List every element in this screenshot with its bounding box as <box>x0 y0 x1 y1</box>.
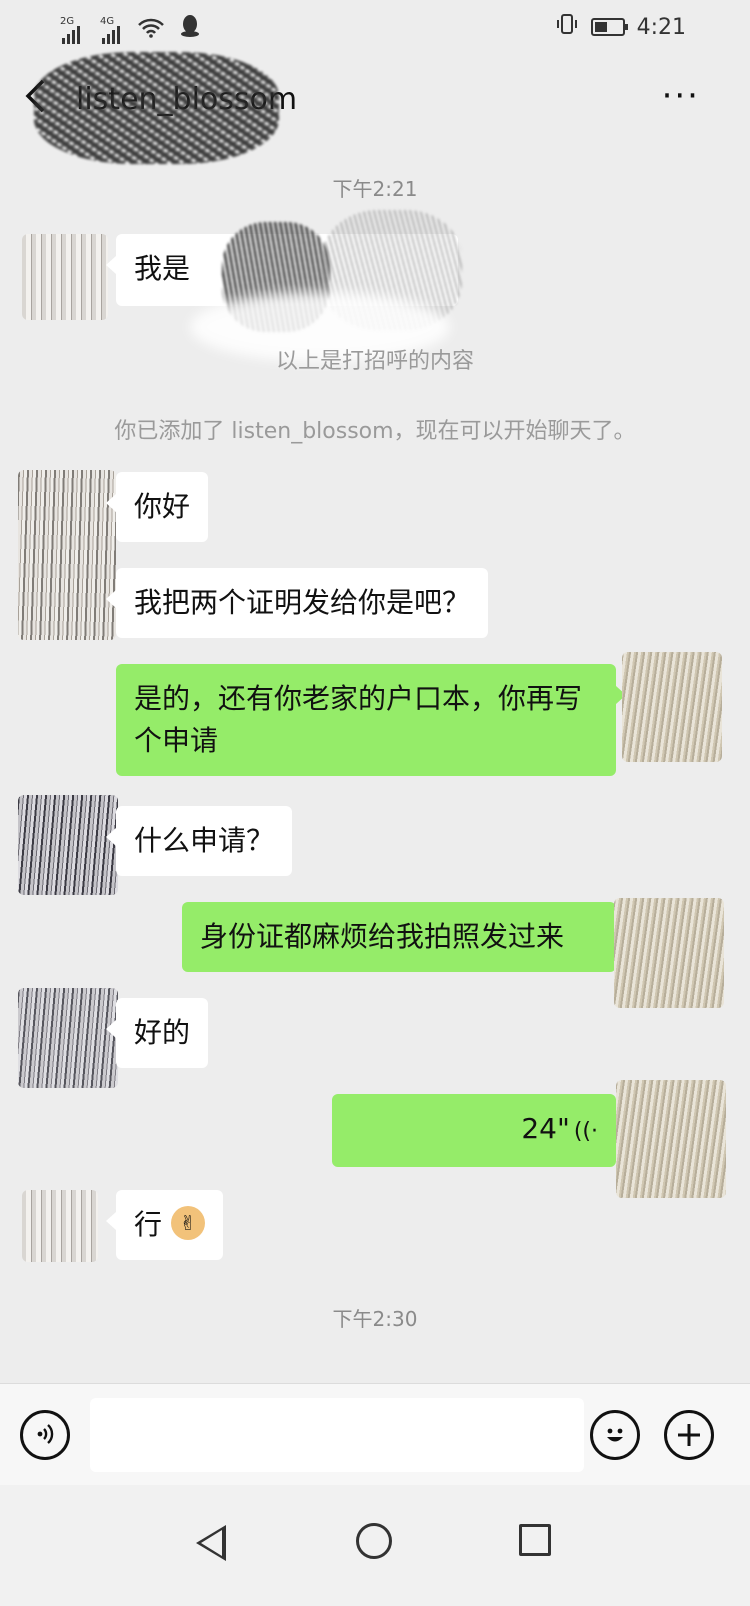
signal-2g-icon: 2G <box>60 16 80 44</box>
vibrate-icon <box>555 12 579 42</box>
avatar[interactable] <box>18 470 116 640</box>
message-text: 什么申请？ <box>134 824 275 857</box>
status-time: 4:21 <box>636 14 686 40</box>
message-bubble-incoming[interactable]: 你好 <box>105 472 209 542</box>
message-bubble-outgoing[interactable]: 身份证都麻烦给我拍照发过来 <box>182 902 626 972</box>
message-bubble-incoming[interactable]: 什么申请？ <box>105 806 293 876</box>
avatar[interactable] <box>22 1190 98 1262</box>
circle-home-icon[interactable] <box>356 1523 392 1559</box>
plus-button[interactable] <box>664 1410 714 1460</box>
more-options-button[interactable]: ··· <box>662 76 700 116</box>
qq-icon <box>180 14 200 44</box>
timestamp: 下午2:30 <box>332 1307 418 1331</box>
avatar[interactable] <box>616 1080 726 1198</box>
message-bubble-incoming[interactable]: 好的 <box>105 998 209 1068</box>
system-nav-bar <box>0 1485 750 1606</box>
message-bubble-incoming[interactable]: 行 ✌ <box>106 1190 223 1260</box>
message-text: 身份证都麻烦给我拍照发过来 <box>200 920 565 953</box>
emoji-button[interactable] <box>590 1410 640 1460</box>
voice-wave-icon: ((· <box>573 1119 598 1144</box>
message-bubble-outgoing[interactable]: 是的，还有你老家的户口本，你再写个申请 <box>116 664 626 776</box>
timestamp: 下午2:21 <box>332 177 418 201</box>
avatar[interactable] <box>622 652 722 762</box>
signal-4g-label: 4G <box>100 16 115 27</box>
voice-input-button[interactable] <box>20 1410 70 1460</box>
message-text: 我把两个证明发给你是吧？ <box>134 586 471 619</box>
message-text: 好的 <box>134 1016 191 1049</box>
message-text: 是的，还有你老家的户口本，你再写个申请 <box>134 682 583 757</box>
greeting-text: 我是 <box>134 252 191 285</box>
status-bar: 2G 4G 4:21 <box>0 0 750 58</box>
message-bubble-incoming[interactable]: 我把两个证明发给你是吧？ <box>105 568 489 638</box>
redaction-scribble <box>34 52 279 164</box>
square-recent-icon[interactable] <box>519 1524 551 1556</box>
signal-2g-label: 2G <box>60 16 75 27</box>
voice-message-bubble[interactable]: 24" ((· <box>332 1094 626 1167</box>
chat-header: listen_blossom ··· <box>0 52 750 164</box>
battery-icon <box>590 18 628 36</box>
message-input[interactable] <box>90 1398 584 1472</box>
avatar[interactable] <box>22 234 108 320</box>
message-text: 你好 <box>134 490 191 523</box>
input-bar <box>0 1383 750 1485</box>
voice-duration: 24" <box>521 1112 570 1145</box>
ok-hand-emoji-icon: ✌ <box>170 1206 205 1240</box>
avatar[interactable] <box>18 988 118 1088</box>
avatar[interactable] <box>614 898 724 1008</box>
added-notice: 你已添加了 listen_blossom，现在可以开始聊天了。 <box>114 419 636 444</box>
wifi-icon <box>138 18 164 44</box>
message-text: 行 <box>134 1208 163 1241</box>
greeting-note: 以上是打招呼的内容 <box>275 349 474 374</box>
signal-4g-icon: 4G <box>100 16 120 44</box>
triangle-back-icon[interactable] <box>196 1525 226 1561</box>
avatar[interactable] <box>18 795 118 895</box>
